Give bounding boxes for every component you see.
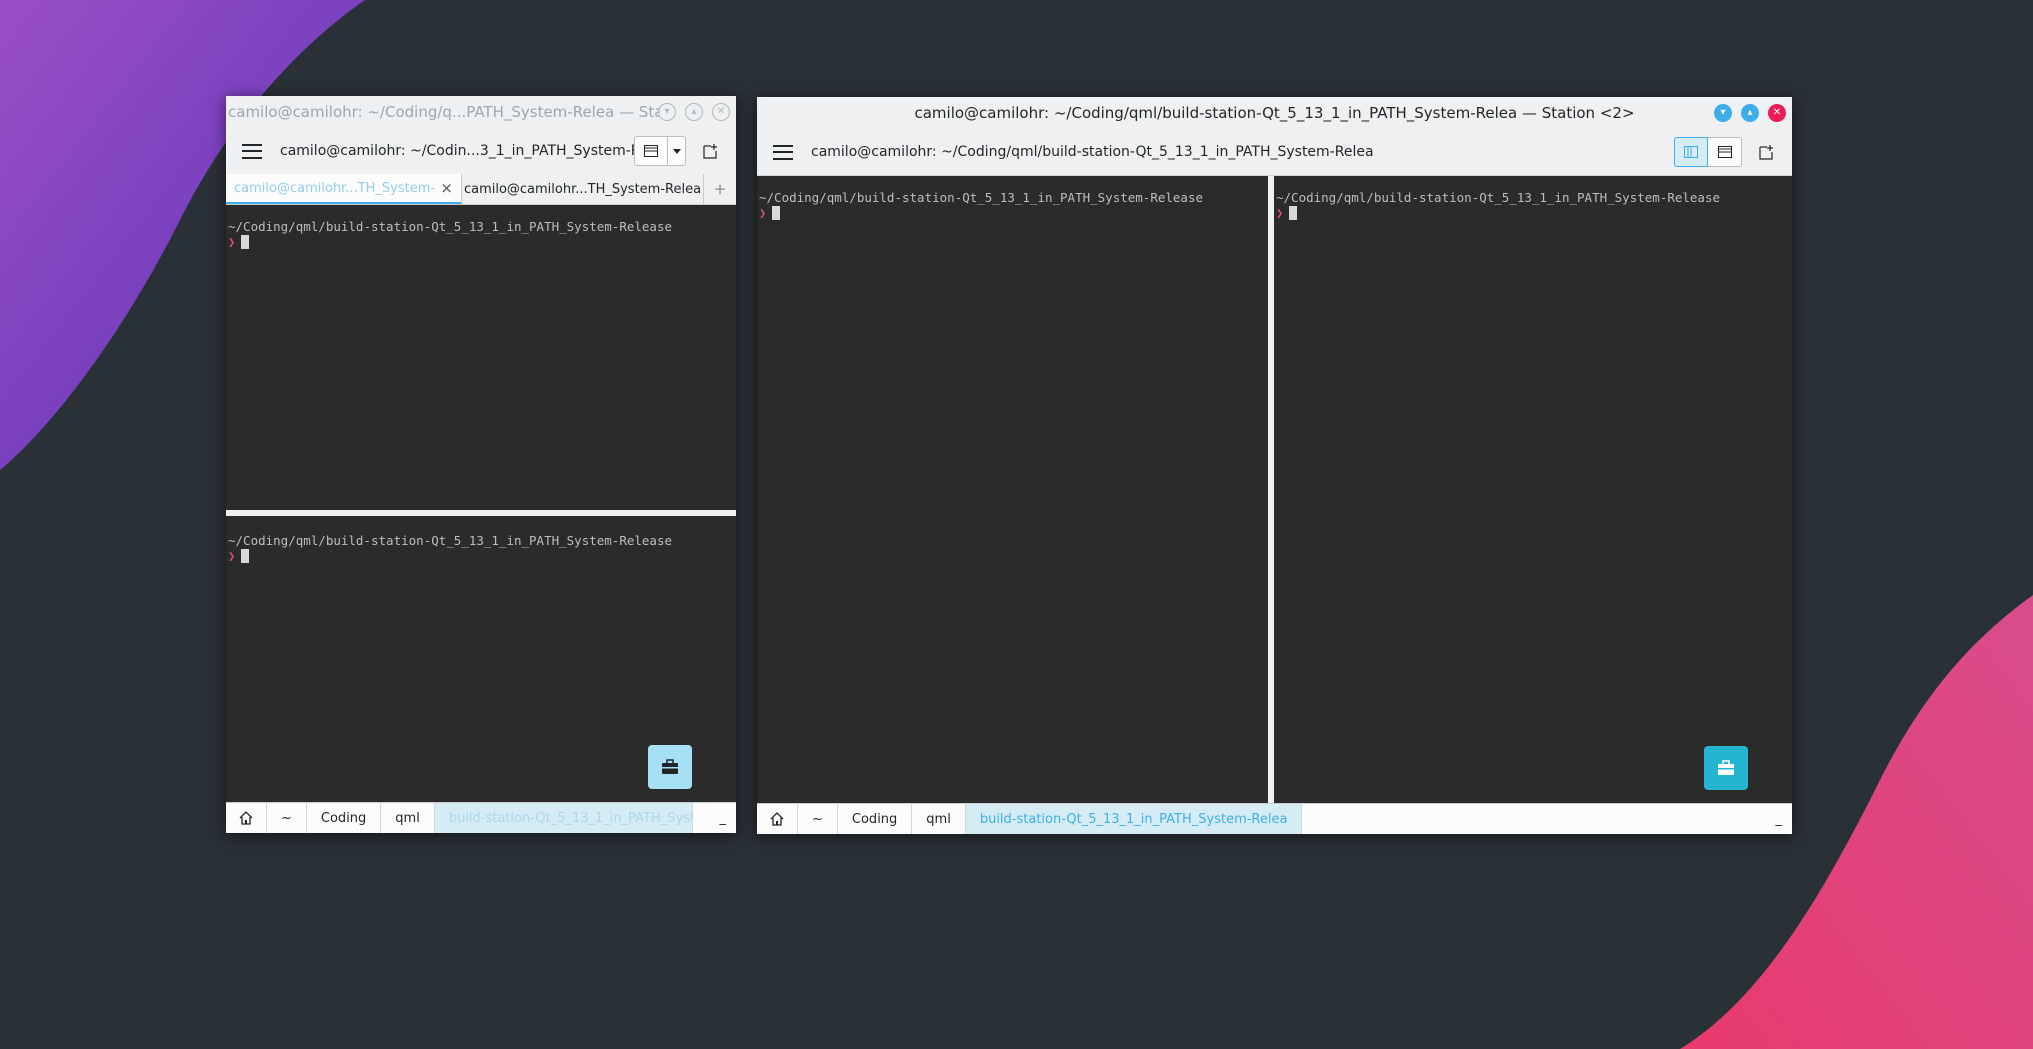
chevron-down-icon [672, 148, 681, 154]
terminal-cursor [772, 206, 781, 220]
left-window-breadcrumb: camilo@camilohr: ~/Codin...3_1_in_PATH_S… [280, 143, 634, 159]
session-briefcase-button[interactable] [1704, 746, 1748, 790]
terminal-path: ~/Coding/qml/build-station-Qt_5_13_1_in_… [228, 219, 673, 234]
split-vertical-button[interactable] [1674, 137, 1708, 167]
prompt-chevron: ❯ [228, 235, 236, 249]
breadcrumb-segment-home-dir[interactable]: ~ [267, 803, 307, 833]
breadcrumb-segment-qml[interactable]: qml [912, 804, 966, 834]
terminal-prompt: ❯ [228, 235, 250, 249]
left-window-buttons: ▾ ▴ ✕ [658, 96, 730, 128]
prompt-chevron: ❯ [228, 549, 236, 563]
split-horizontal-icon [644, 145, 658, 157]
minimize-icon[interactable]: ▾ [1714, 104, 1732, 122]
briefcase-icon [662, 759, 678, 774]
terminal-cursor [1289, 206, 1298, 220]
status-end-marker: _ [719, 810, 727, 826]
briefcase-icon [1718, 760, 1734, 775]
add-tab-button[interactable]: + [704, 174, 736, 204]
home-icon [239, 811, 253, 825]
terminal-prompt: ❯ [228, 549, 250, 563]
right-terminal-window[interactable]: camilo@camilohr: ~/Coding/qml/build-stat… [757, 97, 1792, 834]
terminal-cursor [241, 235, 250, 249]
breadcrumb-segment-qml[interactable]: qml [381, 803, 435, 833]
split-view-dropdown-button[interactable] [668, 136, 686, 166]
left-window-titlebar[interactable]: camilo@camilohr: ~/Coding/q...PATH_Syste… [226, 96, 736, 128]
breadcrumb-segment-current[interactable]: build-station-Qt_5_13_1_in_PATH_System-R… [965, 804, 1303, 834]
terminal-prompt: ❯ [1276, 206, 1298, 220]
right-window-breadcrumb: camilo@camilohr: ~/Coding/qml/build-stat… [811, 144, 1374, 160]
tab-close-icon[interactable]: × [440, 179, 453, 197]
tab-1-label: camilo@camilohr...TH_System-R [234, 180, 435, 196]
left-window-tab-bar: camilo@camilohr...TH_System-R × camilo@c… [226, 174, 736, 205]
close-icon[interactable]: ✕ [712, 103, 730, 121]
terminal-path: ~/Coding/qml/build-station-Qt_5_13_1_in_… [759, 190, 1204, 205]
add-tab-icon: + [713, 180, 727, 198]
left-terminal-pane-top[interactable]: ~/Coding/qml/build-station-Qt_5_13_1_in_… [226, 205, 736, 510]
maximize-icon[interactable]: ▴ [1741, 104, 1759, 122]
breadcrumb-segment-coding[interactable]: Coding [307, 803, 382, 833]
left-window-toolbar: camilo@camilohr: ~/Codin...3_1_in_PATH_S… [226, 128, 736, 175]
breadcrumb-home[interactable] [226, 803, 267, 833]
tab-2-label: camilo@camilohr...TH_System-Relea [463, 181, 702, 197]
new-window-icon [1759, 145, 1773, 160]
prompt-chevron: ❯ [1276, 206, 1284, 220]
session-briefcase-button[interactable] [648, 745, 692, 789]
left-terminal-window[interactable]: camilo@camilohr: ~/Coding/q...PATH_Syste… [226, 96, 736, 833]
breadcrumb-segment-home-dir[interactable]: ~ [798, 804, 838, 834]
breadcrumb-segment-current[interactable]: build-station-Qt_5_13_1_in_PATH_System-R… [434, 803, 693, 833]
minimize-icon[interactable]: ▾ [658, 103, 676, 121]
maximize-icon[interactable]: ▴ [685, 103, 703, 121]
split-horizontal-button[interactable] [1708, 137, 1742, 167]
terminal-path: ~/Coding/qml/build-station-Qt_5_13_1_in_… [1276, 190, 1721, 205]
breadcrumb-segment-coding[interactable]: Coding [838, 804, 913, 834]
split-view-button[interactable] [634, 136, 668, 166]
tab-2[interactable]: camilo@camilohr...TH_System-Relea [462, 174, 704, 204]
left-window-breadcrumb-bar: ~ Coding qml build-station-Qt_5_13_1_in_… [226, 802, 736, 833]
left-window-title: camilo@camilohr: ~/Coding/q...PATH_Syste… [228, 103, 660, 121]
split-vertical-icon [1684, 146, 1698, 158]
close-icon[interactable]: ✕ [1768, 104, 1786, 122]
right-window-buttons: ▾ ▴ ✕ [1714, 97, 1786, 129]
right-terminal-pane-right[interactable]: ~/Coding/qml/build-station-Qt_5_13_1_in_… [1274, 176, 1792, 803]
new-window-icon [703, 144, 717, 159]
right-window-titlebar[interactable]: camilo@camilohr: ~/Coding/qml/build-stat… [757, 97, 1792, 129]
right-terminal-pane-left[interactable]: ~/Coding/qml/build-station-Qt_5_13_1_in_… [757, 176, 1268, 803]
tab-1[interactable]: camilo@camilohr...TH_System-R × [226, 174, 462, 204]
right-window-breadcrumb-bar: ~ Coding qml build-station-Qt_5_13_1_in_… [757, 803, 1792, 834]
hamburger-menu-icon[interactable] [773, 144, 793, 160]
terminal-prompt: ❯ [759, 206, 781, 220]
split-horizontal-icon [1717, 146, 1732, 158]
new-window-button[interactable] [1756, 141, 1778, 163]
terminal-cursor [241, 549, 250, 563]
terminal-path: ~/Coding/qml/build-station-Qt_5_13_1_in_… [228, 533, 673, 548]
prompt-chevron: ❯ [759, 206, 767, 220]
breadcrumb-home[interactable] [757, 804, 798, 834]
right-window-toolbar: camilo@camilohr: ~/Coding/qml/build-stat… [757, 129, 1792, 176]
new-window-button[interactable] [700, 140, 722, 162]
hamburger-menu-icon[interactable] [242, 143, 262, 159]
status-end-marker: _ [1775, 811, 1783, 827]
right-window-title: camilo@camilohr: ~/Coding/qml/build-stat… [914, 104, 1635, 122]
home-icon [770, 812, 784, 826]
